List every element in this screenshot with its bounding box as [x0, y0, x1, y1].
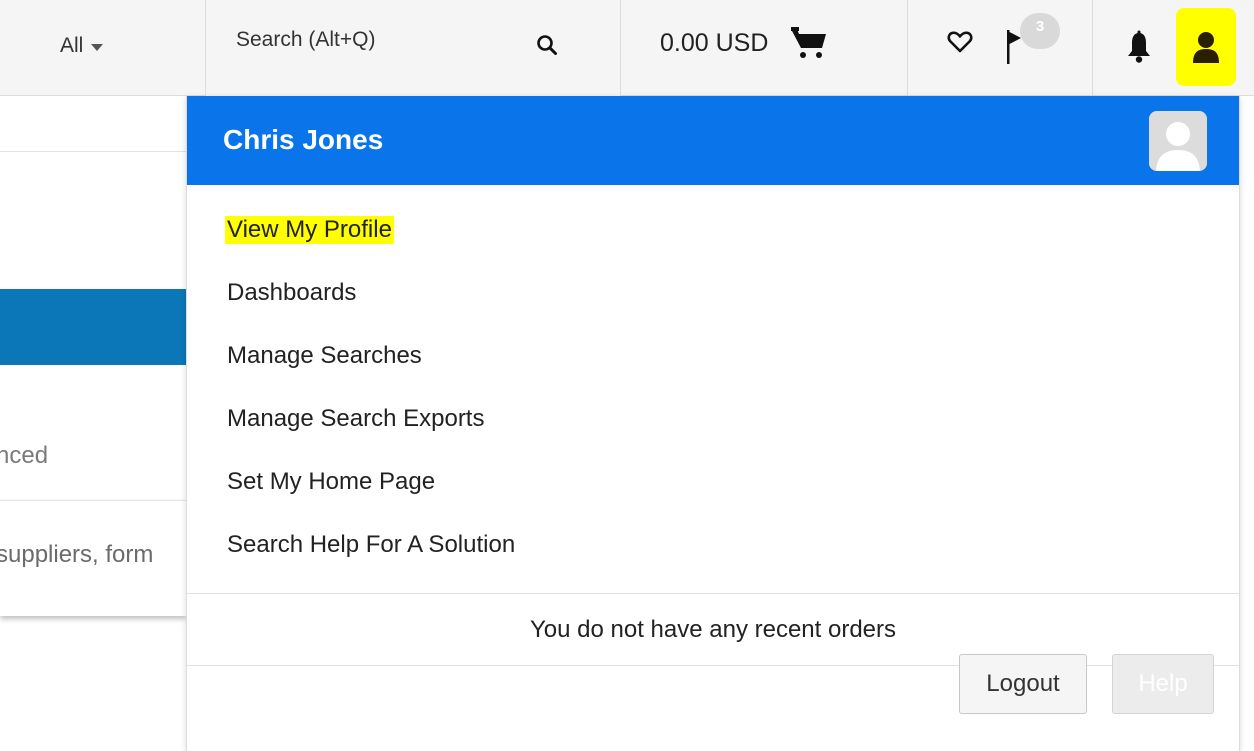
user-menu-button[interactable]: [1176, 8, 1236, 86]
user-name: Chris Jones: [223, 124, 384, 155]
menu-item-label[interactable]: Manage Search Exports: [225, 405, 486, 433]
menu-item-label[interactable]: View My Profile: [225, 215, 394, 244]
search-input[interactable]: Search (Alt+Q): [206, 0, 620, 96]
divider: [620, 0, 621, 96]
menu-item-label[interactable]: Manage Searches: [225, 342, 424, 370]
profile-dropdown-header: Chris Jones: [187, 96, 1239, 185]
menu-item-manage-search-exports[interactable]: Manage Search Exports: [225, 387, 517, 450]
chevron-down-icon: [91, 43, 104, 51]
help-button[interactable]: Help: [1112, 654, 1214, 714]
top-bar: All Search (Alt+Q) 0.00 USD 3: [0, 0, 1254, 96]
menu-item-label[interactable]: Set My Home Page: [225, 468, 437, 496]
user-icon: [1193, 32, 1219, 63]
cart-icon: [791, 27, 827, 58]
divider: [0, 151, 186, 152]
avatar: [1149, 111, 1207, 171]
page-search-placeholder: suppliers, form: [0, 541, 154, 568]
divider: [187, 593, 1239, 594]
recent-orders-message: You do not have any recent orders: [529, 616, 897, 643]
divider: [1092, 0, 1093, 96]
logout-button[interactable]: Logout: [959, 654, 1087, 714]
search-scope-dropdown[interactable]: All: [60, 28, 104, 64]
menu-item-set-home-page[interactable]: Set My Home Page: [225, 450, 517, 513]
search-scope-label: All: [60, 34, 84, 57]
profile-menu-list: View My Profile Dashboards Manage Search…: [225, 198, 517, 576]
search-placeholder: Search (Alt+Q): [236, 28, 376, 51]
profile-dropdown: Chris Jones View My Profile Dashboards M…: [186, 96, 1240, 751]
menu-item-label[interactable]: Dashboards: [225, 279, 358, 307]
bell-icon[interactable]: [1126, 30, 1152, 64]
divider: [907, 0, 908, 96]
search-icon[interactable]: [536, 34, 558, 56]
menu-item-manage-searches[interactable]: Manage Searches: [225, 324, 517, 387]
menu-item-label[interactable]: Search Help For A Solution: [225, 531, 517, 559]
notification-count-badge: 3: [1020, 13, 1060, 49]
page-search-field[interactable]: suppliers, form: [0, 500, 186, 616]
cart-total: 0.00 USD: [660, 28, 769, 57]
avatar-placeholder-icon: [1149, 111, 1207, 171]
menu-item-dashboards[interactable]: Dashboards: [225, 261, 517, 324]
heart-icon[interactable]: [947, 30, 973, 54]
menu-item-view-profile[interactable]: View My Profile: [225, 198, 517, 261]
menu-item-search-help[interactable]: Search Help For A Solution: [225, 513, 517, 576]
page-banner: [0, 289, 186, 365]
advanced-search-link[interactable]: nced: [0, 442, 182, 470]
cart-button[interactable]: 0.00 USD: [660, 26, 828, 60]
